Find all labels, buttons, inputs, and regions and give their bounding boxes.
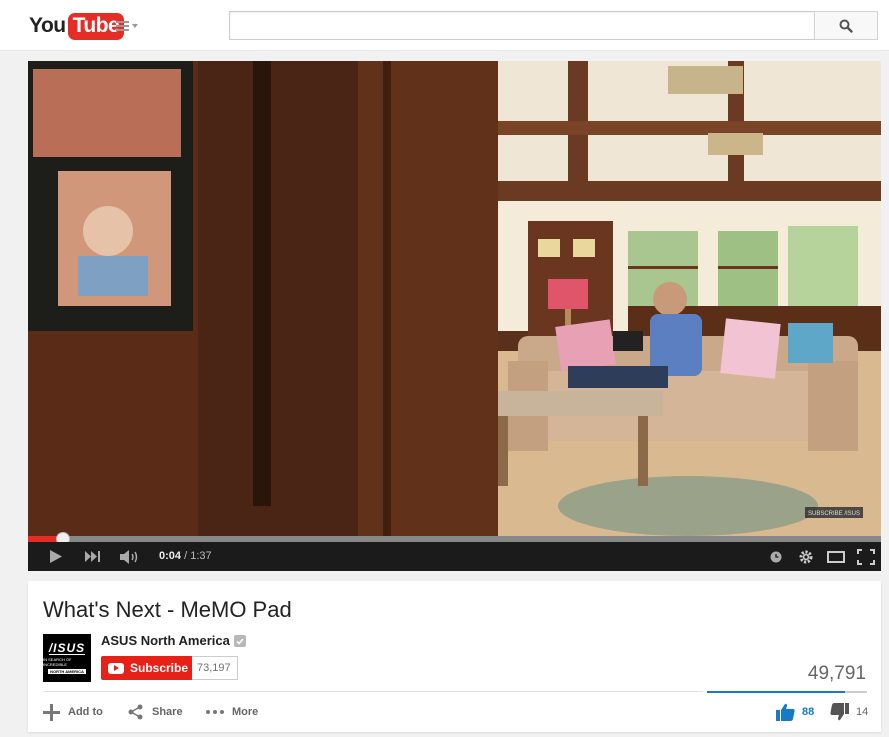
play-button[interactable]: [48, 548, 64, 565]
channel-avatar[interactable]: /ISUS IN SEARCH OF INCREDIBLE NORTH AMER…: [43, 634, 91, 682]
hamburger-icon: [116, 21, 129, 31]
current-time: 0:04: [159, 550, 182, 562]
video-scene: SUBSCRIBE /ISUS: [28, 61, 881, 536]
volume-button[interactable]: [120, 548, 140, 565]
share-label: Share: [152, 706, 183, 718]
more-label: More: [232, 706, 259, 718]
logo-you-text: You: [29, 14, 66, 37]
avatar-tagline: IN SEARCH OF INCREDIBLE: [43, 657, 72, 667]
search-button[interactable]: [814, 11, 878, 40]
search-input[interactable]: [229, 11, 814, 40]
theater-icon: [827, 550, 845, 563]
share-button[interactable]: Share: [128, 703, 183, 721]
share-icon: [128, 704, 143, 720]
view-count: 49,791: [807, 663, 866, 684]
next-icon: [85, 551, 100, 562]
subscriber-count: 73,197: [192, 656, 238, 680]
play-icon: [50, 550, 62, 563]
video-player[interactable]: SUBSCRIBE /ISUS 0:04 / 1:37: [28, 61, 881, 571]
player-controls: 0:04 / 1:37: [28, 542, 881, 571]
add-to-label: Add to: [68, 706, 103, 718]
youtube-logo[interactable]: You Tube: [29, 12, 125, 40]
masthead: You Tube: [0, 0, 889, 51]
video-watermark: SUBSCRIBE /ISUS: [808, 511, 860, 517]
theater-mode-button[interactable]: [827, 548, 845, 565]
sentiment-like-fill: [707, 691, 846, 693]
dislike-button[interactable]: 14: [830, 702, 868, 722]
guide-menu-button[interactable]: [116, 17, 142, 35]
subscribe-label: Subscribe: [130, 661, 189, 675]
avatar-region: NORTH AMERICA: [48, 669, 86, 674]
verified-icon: [234, 635, 246, 647]
fullscreen-button[interactable]: [857, 548, 875, 565]
watch-header: What's Next - MeMO Pad /ISUS IN SEARCH O…: [28, 581, 881, 732]
search-icon: [839, 19, 853, 33]
volume-icon: [120, 549, 138, 564]
like-button[interactable]: 88: [776, 702, 814, 722]
channel-name-link[interactable]: ASUS North America: [101, 633, 230, 648]
header-divider: [43, 691, 703, 692]
video-frame[interactable]: SUBSCRIBE /ISUS: [28, 61, 881, 536]
watch-later-button[interactable]: [769, 548, 783, 565]
like-count: 88: [802, 706, 815, 718]
more-dots-icon: [206, 710, 224, 714]
caret-down-icon: [132, 24, 138, 28]
plus-icon: [43, 703, 60, 721]
next-button[interactable]: [84, 548, 102, 565]
clock-icon: [770, 551, 782, 562]
sentiment-bar: [707, 691, 867, 693]
time-separator: /: [181, 550, 191, 562]
time-display: 0:04 / 1:37: [159, 550, 212, 562]
add-to-button[interactable]: Add to: [43, 703, 103, 721]
video-title: What's Next - MeMO Pad: [43, 597, 292, 622]
dislike-count: 14: [856, 706, 869, 718]
youtube-play-icon: [108, 662, 124, 674]
subscribe-button[interactable]: Subscribe: [101, 656, 193, 680]
thumbs-up-icon: [776, 703, 795, 721]
duration: 1:37: [190, 550, 212, 562]
settings-button[interactable]: [797, 548, 815, 565]
fullscreen-icon: [857, 548, 875, 565]
avatar-logo-text: /ISUS: [48, 641, 86, 655]
more-button[interactable]: More: [206, 703, 258, 721]
gear-icon: [799, 550, 813, 563]
thumbs-down-icon: [830, 703, 849, 721]
